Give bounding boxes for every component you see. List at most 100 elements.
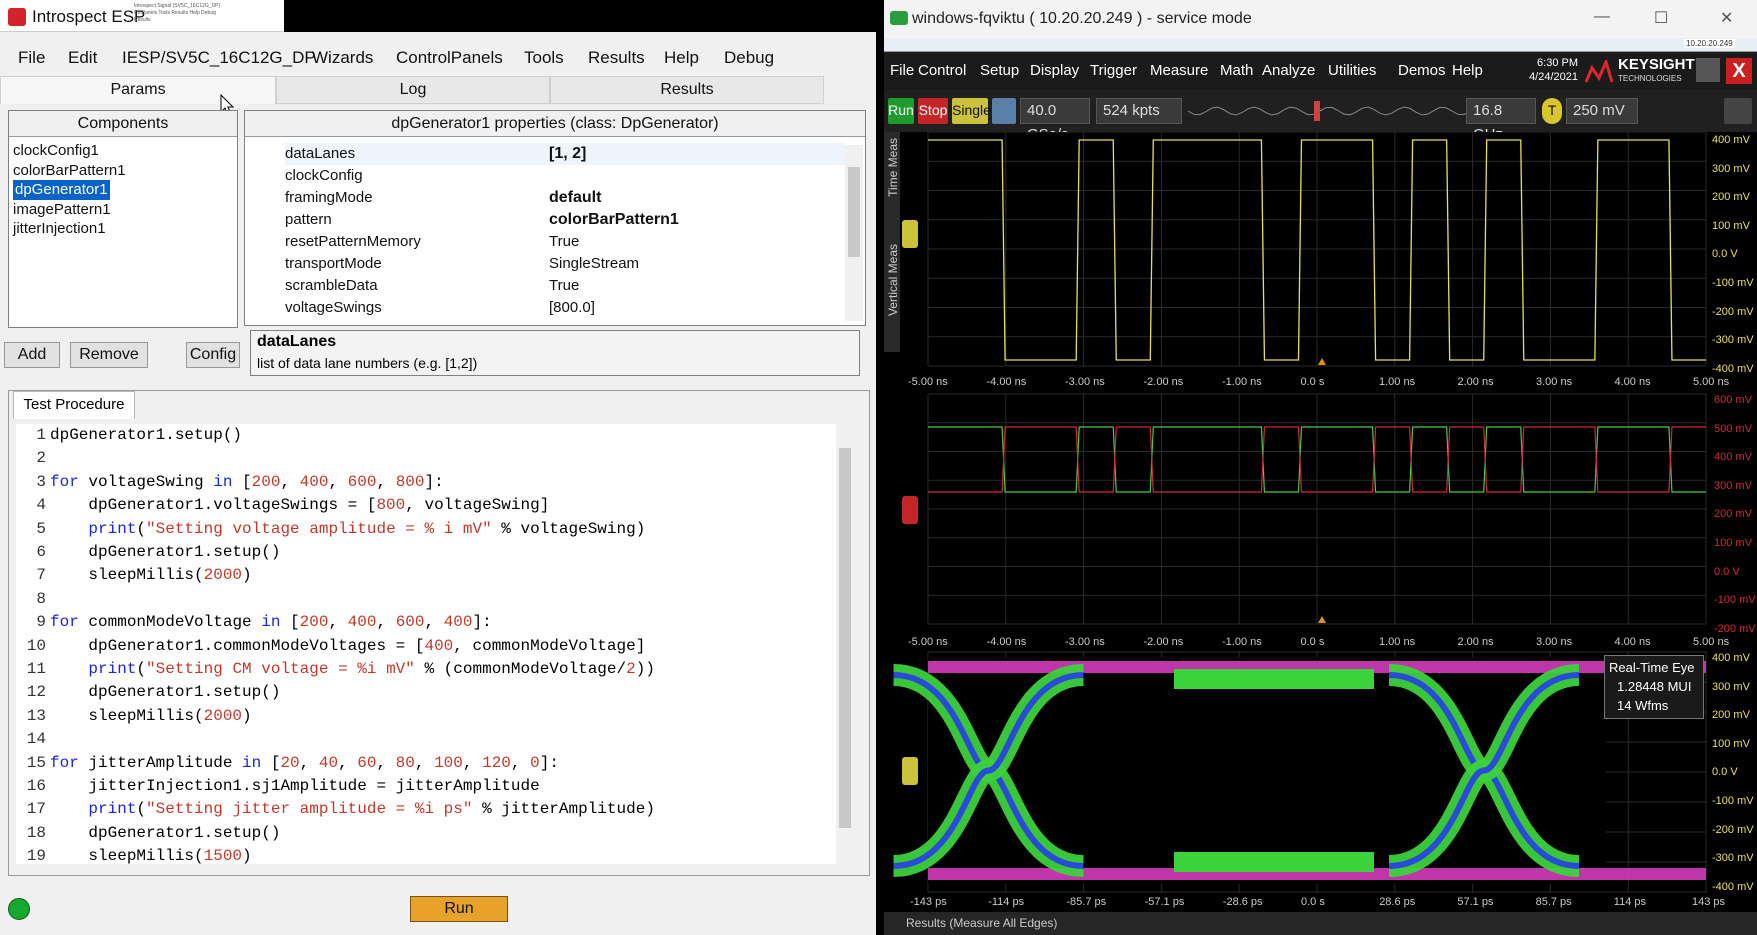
code-scrollbar[interactable] — [836, 424, 854, 864]
property-row[interactable]: scrambleData True — [285, 275, 845, 297]
run-button[interactable]: Run — [410, 896, 508, 922]
address-box[interactable]: 10.20.20.249 — [1684, 39, 1735, 48]
sample-rate-field[interactable]: 40.0 GSa/s — [1020, 98, 1090, 143]
code-token: 2 — [626, 660, 636, 678]
list-item[interactable]: clockConfig1 — [13, 141, 126, 161]
property-row[interactable]: dataLanes [1, 2] — [285, 143, 845, 165]
memory-depth-field[interactable]: 524 kpts — [1096, 98, 1182, 124]
scope-menu-measure[interactable]: Measure — [1150, 62, 1208, 79]
property-value[interactable]: SingleStream — [549, 255, 639, 272]
config-button[interactable]: Config — [186, 342, 240, 368]
time-tick-label: -2.00 ns — [1143, 376, 1184, 388]
code-token: dpGenerator1.setup() — [50, 426, 243, 444]
menu-edit[interactable]: Edit — [68, 48, 97, 68]
menu-tools[interactable]: Tools — [524, 48, 564, 68]
property-value[interactable]: True — [549, 277, 579, 294]
scope-menu-trigger[interactable]: Trigger — [1090, 62, 1137, 79]
waveform-area[interactable] — [884, 131, 1757, 922]
trigger-level-field[interactable]: 250 mV — [1566, 98, 1638, 124]
menu-controlpanels[interactable]: ControlPanels — [396, 48, 503, 68]
property-value[interactable]: [800.0] — [549, 299, 595, 316]
code-token: dpGenerator1.setup() — [50, 823, 281, 842]
code-token: , — [376, 472, 396, 491]
scope-menu-help[interactable]: Help — [1452, 62, 1483, 79]
property-row[interactable]: pattern colorBarPattern1 — [285, 209, 845, 231]
list-item[interactable]: dpGenerator1 — [13, 180, 110, 200]
code-token: 0 — [530, 753, 540, 772]
maximize-icon[interactable]: ☐ — [1654, 8, 1668, 28]
code-token: print — [88, 660, 137, 678]
minimize-icon[interactable]: — — [1594, 8, 1610, 26]
property-value[interactable]: [1, 2] — [549, 145, 586, 163]
tab-log[interactable]: Log — [276, 76, 550, 104]
run-control-button[interactable]: Run — [888, 98, 914, 124]
bandwidth-field[interactable]: 16.8 GHz — [1466, 98, 1536, 143]
code-editor[interactable]: 1 dpGenerator1.setup() 2 3 for voltageSwing … — [16, 424, 836, 866]
code-token: dpGenerator1.commonModeVoltages = [ — [50, 636, 425, 655]
side-tab-vertical-meas[interactable]: Vertical Meas — [886, 244, 900, 316]
line-number: 8 — [36, 589, 46, 608]
property-row[interactable]: framingMode default — [285, 187, 845, 209]
code-token: 200 — [251, 472, 281, 491]
add-button[interactable]: Add — [4, 342, 60, 368]
code-token: ]: — [424, 472, 444, 491]
scope-menu-demos[interactable]: Demos — [1398, 62, 1446, 79]
ch2-marker-icon — [902, 496, 918, 524]
time-tick-label: 3.00 ns — [1536, 636, 1573, 648]
menu-debug[interactable]: Debug — [724, 48, 774, 68]
trigger-icon[interactable]: T — [1542, 98, 1562, 124]
property-row[interactable]: clockConfig — [285, 165, 845, 187]
tab-test-procedure[interactable]: Test Procedure — [13, 391, 135, 419]
line-number: 19 — [26, 847, 46, 866]
line-number: 2 — [36, 449, 46, 468]
menu-results[interactable]: Results — [588, 48, 645, 68]
scope-menu-setup[interactable]: Setup — [980, 62, 1019, 79]
tab-results[interactable]: Results — [550, 76, 824, 104]
close-icon[interactable]: ✕ — [1720, 8, 1733, 28]
scope-menu-file[interactable]: File — [890, 62, 914, 79]
line-number: 6 — [36, 543, 46, 561]
menu-wizards[interactable]: Wizards — [312, 48, 373, 68]
scope-menu-control[interactable]: Control — [918, 62, 966, 79]
scope-minimize-icon[interactable] — [1696, 58, 1720, 82]
property-value[interactable]: colorBarPattern1 — [549, 211, 679, 229]
autoscale-icon[interactable] — [992, 98, 1016, 124]
ch2-volt-label: -200 mV — [1714, 622, 1756, 635]
code-token: sleepMillis( — [50, 847, 204, 866]
measure-side-tabs[interactable]: Time Meas Vertical Meas — [884, 132, 900, 352]
property-value[interactable]: default — [549, 189, 601, 207]
properties-scrollbar[interactable] — [845, 145, 863, 321]
side-tab-time-meas[interactable]: Time Meas — [886, 138, 900, 197]
code-token: 400 — [443, 613, 473, 632]
single-control-button[interactable]: Single — [952, 98, 991, 124]
code-line: 7 sleepMillis(2000) — [16, 564, 251, 587]
scope-menu-math[interactable]: Math — [1220, 62, 1253, 79]
property-value[interactable]: True — [549, 233, 579, 250]
waveform-display[interactable] — [884, 131, 1757, 912]
property-row[interactable]: transportMode SingleStream — [285, 253, 845, 275]
remove-button[interactable]: Remove — [70, 342, 148, 368]
touch-icon[interactable] — [1724, 98, 1752, 124]
property-row[interactable]: voltageSwings [800.0] — [285, 297, 845, 319]
scope-menu-utilities[interactable]: Utilities — [1328, 62, 1376, 79]
property-name: clockConfig — [285, 167, 363, 184]
list-item[interactable]: jitterInjection1 — [13, 219, 126, 239]
line-number: 15 — [26, 753, 46, 772]
stop-control-button[interactable]: Stop — [918, 98, 948, 124]
time-tick-label: -1.00 ns — [1222, 636, 1262, 648]
menu-help[interactable]: Help — [664, 48, 699, 68]
scope-menu-display[interactable]: Display — [1030, 62, 1079, 79]
menu-file[interactable]: File — [18, 48, 45, 68]
scope-menu-analyze[interactable]: Analyze — [1262, 62, 1315, 79]
code-line: 13 sleepMillis(2000) — [16, 705, 252, 728]
list-item[interactable]: imagePattern1 — [13, 200, 126, 220]
list-item[interactable]: colorBarPattern1 — [13, 161, 126, 181]
code-token: 800 — [376, 496, 406, 515]
menu-iesp[interactable]: IESP/SV5C_16C12G_DP — [122, 48, 316, 68]
property-row[interactable]: resetPatternMemory True — [285, 231, 845, 253]
scope-close-icon[interactable]: X — [1726, 58, 1752, 84]
eye-tick-label: -114 ps — [988, 896, 1025, 908]
code-line: 4 dpGenerator1.voltageSwings = [800, vol… — [16, 494, 549, 517]
code-token: 600 — [395, 613, 425, 632]
code-token: 100 — [434, 753, 463, 772]
